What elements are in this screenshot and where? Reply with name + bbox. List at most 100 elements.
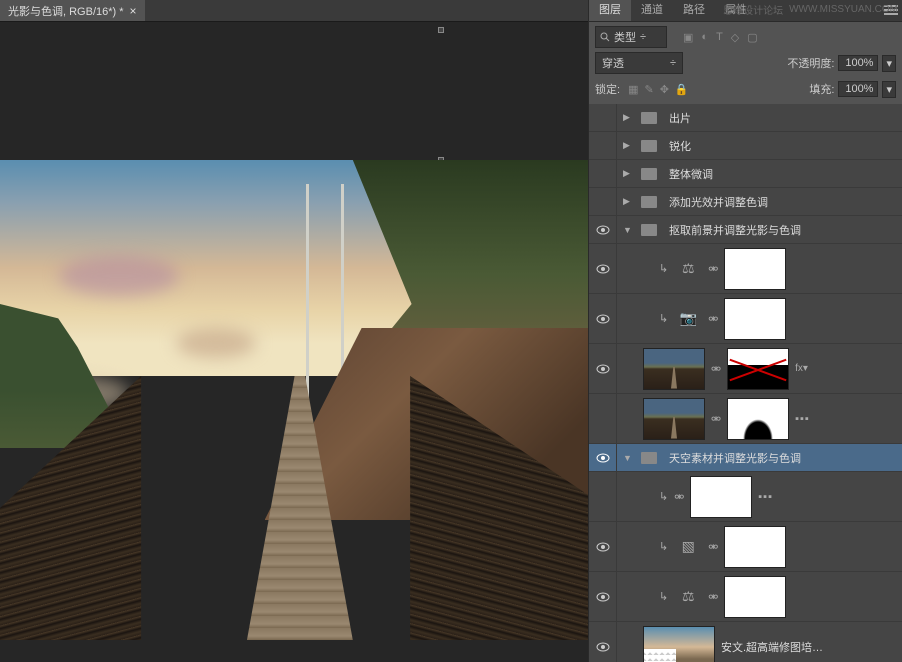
smart-object-thumbnail[interactable] [643, 626, 715, 662]
filter-smart-icon[interactable]: ▢ [747, 31, 757, 44]
visibility-toggle[interactable] [589, 394, 617, 443]
clip-icon: ↳ [659, 540, 668, 553]
link-icon[interactable]: ⚮ [708, 540, 718, 554]
adjustment-layer-gradient[interactable]: ↳ ▧ ⚮ [589, 522, 902, 572]
layer-road-disabled-mask[interactable]: ⚮ fx▾ [589, 344, 902, 394]
more-icon[interactable]: ▪▪▪ [758, 491, 773, 503]
visibility-toggle[interactable] [589, 294, 617, 343]
adjustment-layer-balance[interactable]: ↳ ⚖ ⚮ [589, 572, 902, 622]
filter-pixel-icon[interactable]: ▣ [683, 31, 693, 44]
mask-thumbnail[interactable] [727, 398, 789, 440]
twist-icon[interactable]: ▶ [623, 112, 635, 123]
visibility-toggle[interactable] [589, 344, 617, 393]
levels-icon: ⚖ [674, 260, 702, 277]
visibility-toggle[interactable] [589, 104, 617, 131]
folder-icon [641, 224, 657, 236]
cloud [59, 256, 179, 296]
twist-icon[interactable]: ▶ [623, 168, 635, 179]
kind-label: 类型 [614, 29, 636, 45]
link-icon[interactable]: ⚮ [708, 262, 718, 276]
twist-icon[interactable]: ▼ [623, 453, 635, 463]
fill-flyout[interactable]: ▾ [882, 81, 896, 98]
visibility-toggle[interactable] [589, 244, 617, 293]
clip-icon: ↳ [659, 490, 668, 503]
lock-pixels-icon[interactable]: ✎ [644, 83, 653, 96]
tab-layers[interactable]: 图层 [589, 0, 631, 21]
visibility-toggle[interactable] [589, 216, 617, 243]
folder-icon [641, 196, 657, 208]
layer-kind-filter[interactable]: 类型 ÷ [595, 26, 667, 48]
link-icon[interactable]: ⚮ [708, 590, 718, 604]
more-icon[interactable]: ▪▪▪ [795, 413, 810, 425]
smart-object-layer[interactable]: 安文.超高端修图培… [589, 622, 902, 662]
link-icon[interactable]: ⚮ [708, 312, 718, 326]
canvas-area: 光影与色调, RGB/16*) * × [0, 0, 588, 662]
visibility-toggle[interactable] [589, 132, 617, 159]
opacity-input[interactable]: 100% [838, 55, 878, 71]
camera-icon: 📷 [674, 310, 702, 327]
visibility-toggle[interactable] [589, 572, 617, 621]
layer-group-sky[interactable]: ▼ 天空素材并调整光影与色调 [589, 444, 902, 472]
lock-all-icon[interactable]: 🔒 [675, 83, 689, 96]
layer-group-effects[interactable]: ▶ 添加光效并调整色调 [589, 188, 902, 216]
link-icon[interactable]: ⚮ [674, 490, 684, 504]
layer-group-overall[interactable]: ▶ 整体微调 [589, 160, 902, 188]
mask-thumbnail[interactable] [724, 248, 786, 290]
filter-type-icon[interactable]: T [716, 31, 723, 44]
mask-thumbnail[interactable] [724, 526, 786, 568]
mask-thumbnail-disabled[interactable] [727, 348, 789, 390]
clip-icon: ↳ [659, 262, 668, 275]
folder-icon [641, 112, 657, 124]
layer-road-masked[interactable]: ⚮ ▪▪▪ [589, 394, 902, 444]
adjustment-layer-levels[interactable]: ↳ ⚖ ⚮ [589, 244, 902, 294]
layer-group-foreground[interactable]: ▼ 抠取前景并调整光影与色调 [589, 216, 902, 244]
link-icon[interactable]: ⚮ [711, 412, 721, 426]
transform-handle-top[interactable] [438, 27, 444, 33]
gradient-map-icon: ▧ [674, 538, 702, 555]
dropdown-icon: ÷ [670, 57, 676, 69]
document-tab[interactable]: 光影与色调, RGB/16*) * × [0, 0, 145, 21]
twist-icon[interactable]: ▶ [623, 196, 635, 207]
eye-icon [596, 225, 610, 235]
fx-badge[interactable]: fx▾ [795, 363, 808, 374]
twist-icon[interactable]: ▶ [623, 140, 635, 151]
close-icon[interactable]: × [130, 4, 137, 18]
visibility-toggle[interactable] [589, 522, 617, 571]
filter-adjustment-icon[interactable]: ◐ [701, 31, 708, 44]
link-icon[interactable]: ⚮ [711, 362, 721, 376]
layer-thumbnail[interactable] [643, 348, 705, 390]
lock-position-icon[interactable]: ✥ [660, 83, 669, 96]
visibility-toggle[interactable] [589, 622, 617, 662]
layers-panel: 思缘设计论坛 WWW.MISSYUAN.COM 图层 通道 路径 属性 类型 ÷… [588, 0, 902, 662]
dropdown-icon: ÷ [640, 31, 646, 43]
adjustment-layer-dodge[interactable]: ↳ ⚮ ▪▪▪ [589, 472, 902, 522]
opacity-flyout[interactable]: ▾ [882, 55, 896, 72]
mask-thumbnail[interactable] [690, 476, 752, 518]
twist-icon[interactable]: ▼ [623, 225, 635, 235]
layer-group-out[interactable]: ▶ 出片 [589, 104, 902, 132]
clip-icon: ↳ [659, 590, 668, 603]
watermark: 思缘设计论坛 WWW.MISSYUAN.COM [723, 2, 898, 17]
tab-channels[interactable]: 通道 [631, 0, 673, 21]
transparency-corner [644, 649, 676, 662]
cloud [176, 328, 256, 358]
blend-mode-value: 穿透 [602, 55, 624, 71]
layer-group-sharpen[interactable]: ▶ 锐化 [589, 132, 902, 160]
visibility-toggle[interactable] [589, 472, 617, 521]
canvas-content[interactable] [0, 22, 588, 662]
canvas-image [0, 160, 588, 640]
adjustment-layer-camera[interactable]: ↳ 📷 ⚮ [589, 294, 902, 344]
layer-thumbnail[interactable] [643, 398, 705, 440]
mask-thumbnail[interactable] [724, 576, 786, 618]
tab-paths[interactable]: 路径 [673, 0, 715, 21]
filter-shape-icon[interactable]: ◇ [731, 31, 739, 44]
fill-input[interactable]: 100% [838, 81, 878, 97]
visibility-toggle[interactable] [589, 160, 617, 187]
visibility-toggle[interactable] [589, 444, 617, 471]
mask-thumbnail[interactable] [724, 298, 786, 340]
lock-transparency-icon[interactable]: ▦ [628, 83, 638, 96]
visibility-toggle[interactable] [589, 188, 617, 215]
layers-list: ▶ 出片 ▶ 锐化 ▶ 整体微调 ▶ [589, 104, 902, 662]
fill-label: 填充: [809, 81, 834, 97]
blend-mode-dropdown[interactable]: 穿透 ÷ [595, 52, 683, 74]
